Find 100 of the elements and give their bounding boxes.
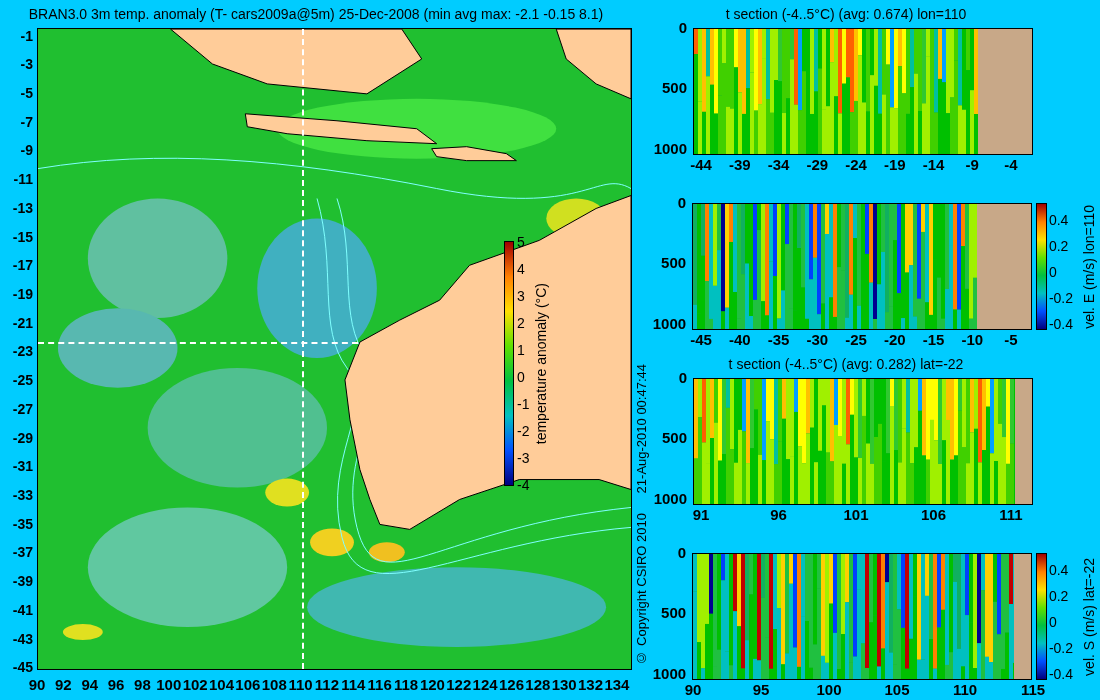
tick-label: -0.4	[1048, 664, 1073, 684]
tick-label: 92	[55, 674, 72, 695]
tick-label: -27	[12, 399, 33, 419]
color-bar-label: vel. E (m/s) lon=110	[1080, 204, 1098, 329]
tick-label: 0	[1048, 612, 1057, 632]
tick-label: -35	[767, 329, 790, 350]
tick-label: 102	[182, 674, 208, 695]
color-bar-label: vel. S (m/s) lat=-22	[1080, 557, 1098, 676]
tick-label: -19	[883, 154, 906, 175]
tick-label: -9	[20, 141, 33, 161]
tick-label: -41	[12, 600, 33, 620]
tick-label: -19	[12, 284, 33, 304]
tick-label: 5	[517, 232, 525, 252]
tick-label: 1000	[652, 663, 687, 684]
tick-label: 90	[684, 679, 702, 700]
tick-label: -29	[12, 428, 33, 448]
tick-label: 500	[661, 603, 687, 624]
tick-label: -0.4	[1048, 314, 1073, 334]
tick-label: -29	[806, 154, 829, 175]
tick-label: 120	[419, 674, 445, 695]
tick-label: 0	[678, 17, 687, 38]
tick-label: 115	[1020, 679, 1046, 700]
tick-label: -4	[1004, 154, 1018, 175]
tick-label: 122	[446, 674, 472, 695]
tick-label: 108	[261, 674, 287, 695]
tick-label: 96	[770, 504, 787, 525]
tick-label: 91	[692, 504, 710, 525]
tick-label: -13	[12, 198, 33, 218]
map-title: BRAN3.0 3m temp. anomaly (T- cars2009a@5m) 25-Dec-2008 (min avg max: -2.1 -0.15 8.1)	[28, 4, 604, 24]
tick-label: 1000	[653, 138, 687, 159]
tick-label: -15	[12, 227, 33, 247]
tick-label: -45	[690, 329, 712, 350]
tick-label: -23	[12, 342, 33, 362]
tick-label: 1000	[653, 488, 687, 509]
tick-label: 500	[661, 78, 687, 99]
tick-label: -33	[12, 486, 33, 505]
tick-label: -5	[20, 83, 33, 103]
tick-label: -31	[12, 457, 33, 477]
tick-label: 118	[393, 674, 419, 695]
tick-label: -34	[767, 154, 790, 175]
tick-label: 500	[661, 428, 687, 449]
credit-text: 21-Aug-2010 00:47:44	[633, 364, 651, 494]
tick-label: -37	[12, 543, 33, 563]
tick-label: 100	[156, 674, 182, 695]
tick-label: 128	[525, 674, 551, 695]
tick-label: 100	[816, 679, 842, 700]
tick-label: 112	[314, 674, 340, 695]
tick-label: -40	[728, 329, 751, 350]
tick-label: 110	[288, 674, 313, 695]
tick-label: 105	[884, 679, 910, 700]
tick-label: -4	[517, 475, 530, 495]
tick-label: 0	[677, 192, 687, 213]
tick-label: 0.4	[1048, 210, 1069, 230]
tick-label: 98	[134, 674, 151, 695]
tick-label: 101	[843, 504, 869, 525]
tick-label: 0.4	[1048, 560, 1069, 580]
tick-label: 132	[578, 674, 604, 695]
tick-label: 0	[677, 542, 687, 563]
section-title: t section (-4..5°C) (avg: 0.674) lon=110	[725, 4, 967, 24]
tick-label: -0.2	[1048, 288, 1073, 308]
tick-label: -25	[12, 371, 33, 391]
tick-label: -39	[728, 154, 751, 175]
tick-label: 3	[517, 286, 525, 306]
tick-label: 106	[235, 674, 261, 695]
tick-label: -44	[690, 154, 712, 175]
tick-label: -15	[922, 329, 945, 350]
tick-label: 95	[752, 679, 770, 700]
tick-label: -24	[845, 154, 867, 175]
tick-label: -1	[517, 394, 530, 414]
tick-label: 0	[678, 367, 687, 388]
tick-label: 104	[209, 674, 235, 695]
credit-text: © Copyright CSIRO 2010	[633, 513, 651, 665]
color-bar-label: temperature anomaly (°C)	[532, 282, 551, 445]
tick-label: 134	[604, 674, 630, 695]
tick-label: -3	[20, 55, 33, 75]
tick-label: -7	[20, 112, 33, 132]
tick-label: -3	[517, 448, 530, 468]
tick-label: 0	[517, 367, 525, 387]
tick-label: 2	[517, 313, 525, 333]
tick-label: -11	[13, 170, 33, 190]
tick-label: 4	[517, 259, 525, 279]
tick-label: -1	[20, 26, 33, 46]
tick-label: -20	[883, 329, 906, 350]
tick-label: 0.2	[1048, 586, 1069, 606]
tick-label: -21	[12, 313, 33, 333]
tick-label: -9	[965, 154, 979, 175]
tick-label: -35	[12, 514, 33, 534]
tick-label: 0	[1048, 262, 1057, 282]
tick-label: 0.2	[1048, 236, 1069, 256]
tick-label: -2	[517, 421, 530, 441]
tick-label: -39	[12, 572, 33, 592]
tick-label: 116	[367, 674, 392, 695]
tick-label: 500	[661, 253, 687, 274]
tick-label: 1000	[652, 313, 687, 334]
tick-label: 111	[999, 504, 1023, 525]
tick-label: -10	[961, 329, 984, 350]
tick-label: 96	[107, 674, 125, 695]
tick-label: -0.2	[1048, 638, 1073, 658]
tick-label: 114	[341, 674, 366, 695]
tick-label: -17	[12, 256, 33, 276]
